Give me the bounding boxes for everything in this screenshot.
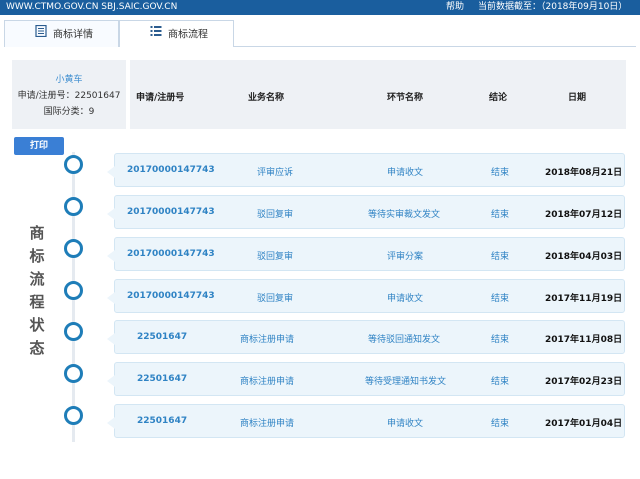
- side-title-char: 程: [29, 293, 45, 311]
- tab-trademark-process[interactable]: 商标流程: [119, 20, 234, 48]
- row-reg-number: 22501647: [137, 332, 188, 342]
- help-link[interactable]: 帮助: [446, 0, 464, 15]
- timeline-node-icon: [64, 155, 83, 174]
- trademark-info-card: 小黄车 申请/注册号：22501647 国际分类：9: [12, 60, 126, 129]
- row-date: 2017年02月23日: [545, 377, 623, 387]
- side-title-char: 标: [29, 247, 45, 265]
- row-step-name: 申请收文: [387, 168, 424, 178]
- row-pointer: [107, 208, 115, 220]
- row-result: 结束: [491, 210, 510, 220]
- tab-trademark-details[interactable]: 商标详情: [4, 20, 119, 47]
- row-result: 结束: [491, 252, 510, 262]
- row-reg-number: 20170000147743: [127, 165, 215, 175]
- row-business-name: 商标注册申请: [240, 377, 295, 387]
- side-title-trademark-process-status: 商 标 流 程 状 态: [28, 222, 46, 360]
- row-step-name: 等待实审裁文发文: [368, 210, 441, 220]
- row-pointer: [107, 292, 115, 304]
- row-result: 结束: [491, 419, 510, 429]
- row-pointer: [107, 417, 115, 429]
- process-row: 20170000147743 评审应诉 申请收文 结束 2018年08月21日: [107, 153, 625, 187]
- process-row: 20170000147743 驳回复审 申请收文 结束 2017年11月19日: [107, 279, 625, 313]
- row-pointer: [107, 250, 115, 262]
- row-result: 结束: [491, 377, 510, 387]
- timeline-node-icon: [64, 281, 83, 300]
- international-class: 国际分类：9: [43, 107, 95, 117]
- side-title-char: 态: [29, 339, 45, 357]
- document-icon: [35, 21, 47, 48]
- col-reg-number: 申请/注册号: [136, 93, 185, 103]
- side-title-char: 商: [29, 224, 45, 242]
- row-pointer: [107, 166, 115, 178]
- row-business-name: 驳回复审: [257, 210, 294, 220]
- side-title-char: 状: [29, 316, 45, 334]
- row-step-name: 评审分案: [387, 252, 424, 262]
- list-icon: [150, 21, 162, 48]
- row-date: 2018年04月03日: [545, 252, 623, 262]
- row-date: 2017年11月19日: [545, 294, 623, 304]
- row-reg-number: 22501647: [137, 374, 188, 384]
- process-row: 22501647 商标注册申请 申请收文 结束 2017年01月04日: [107, 404, 625, 438]
- row-business-name: 驳回复审: [257, 294, 294, 304]
- row-business-name: 驳回复审: [257, 252, 294, 262]
- tab-label: 商标流程: [168, 29, 208, 41]
- table-header: 申请/注册号 业务名称 环节名称 结论 日期: [130, 60, 626, 129]
- row-step-name: 等待驳回通知发文: [368, 335, 441, 345]
- row-business-name: 商标注册申请: [240, 335, 295, 345]
- process-row: 20170000147743 驳回复审 等待实审裁文发文 结束 2018年07月…: [107, 195, 625, 229]
- process-row: 20170000147743 驳回复审 评审分案 结束 2018年04月03日: [107, 237, 625, 271]
- row-reg-number: 20170000147743: [127, 207, 215, 217]
- col-result: 结论: [489, 93, 508, 103]
- tab-bar: 商标详情 商标流程: [4, 20, 636, 48]
- data-cutoff-text: 当前数据截至：（2018年09月10日）: [478, 2, 628, 12]
- row-pointer: [107, 333, 115, 345]
- row-result: 结束: [491, 294, 510, 304]
- row-result: 结束: [491, 168, 510, 178]
- row-step-name: 申请收文: [387, 419, 424, 429]
- col-step-name: 环节名称: [387, 93, 424, 103]
- print-button[interactable]: 打印: [14, 137, 64, 155]
- tab-label: 商标详情: [53, 29, 93, 41]
- row-reg-number: 20170000147743: [127, 291, 215, 301]
- row-result: 结束: [491, 335, 510, 345]
- site-url: WWW.CTMO.GOV.CN SBJ.SAIC.GOV.CN: [6, 2, 178, 12]
- row-reg-number: 22501647: [137, 416, 188, 426]
- row-date: 2018年08月21日: [545, 168, 623, 178]
- timeline-node-icon: [64, 322, 83, 341]
- row-step-name: 申请收文: [387, 294, 424, 304]
- row-reg-number: 20170000147743: [127, 249, 215, 259]
- process-row: 22501647 商标注册申请 等待受理通知书发文 结束 2017年02月23日: [107, 362, 625, 396]
- timeline-node-icon: [64, 239, 83, 258]
- row-date: 2017年01月04日: [545, 419, 623, 429]
- trademark-name: 小黄车: [55, 75, 83, 85]
- timeline-node-icon: [64, 197, 83, 216]
- side-title-char: 流: [29, 270, 45, 288]
- row-business-name: 评审应诉: [257, 168, 294, 178]
- row-date: 2018年07月12日: [545, 210, 623, 220]
- timeline-node-icon: [64, 406, 83, 425]
- row-date: 2017年11月08日: [545, 335, 623, 345]
- row-step-name: 等待受理通知书发文: [365, 377, 447, 387]
- col-business-name: 业务名称: [248, 93, 285, 103]
- registration-number: 申请/注册号：22501647: [17, 91, 121, 101]
- row-business-name: 商标注册申请: [240, 419, 295, 429]
- col-date: 日期: [568, 93, 587, 103]
- process-row: 22501647 商标注册申请 等待驳回通知发文 结束 2017年11月08日: [107, 320, 625, 354]
- top-header-bar: WWW.CTMO.GOV.CN SBJ.SAIC.GOV.CN 帮助 当前数据截…: [0, 0, 640, 15]
- timeline-node-icon: [64, 364, 83, 383]
- row-pointer: [107, 375, 115, 387]
